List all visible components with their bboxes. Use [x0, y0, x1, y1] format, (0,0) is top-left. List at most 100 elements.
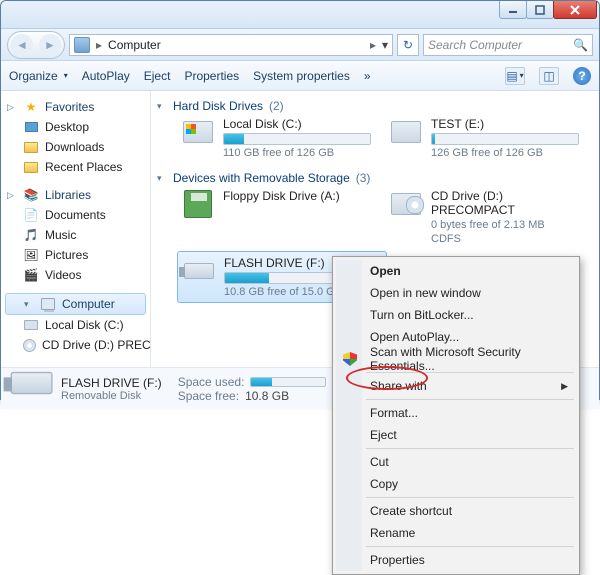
section-count: (3)	[356, 171, 371, 185]
favorites-group[interactable]: ▷★Favorites	[1, 97, 150, 117]
capacity-bar	[250, 377, 326, 387]
menu-create-shortcut[interactable]: Create shortcut	[336, 500, 576, 522]
flash-drive-icon	[184, 263, 214, 279]
menu-bitlocker[interactable]: Turn on BitLocker...	[336, 304, 576, 326]
eject-button[interactable]: Eject	[144, 69, 171, 83]
maximize-button[interactable]	[526, 1, 554, 19]
organize-menu[interactable]: Organize	[9, 69, 68, 83]
context-menu: Open Open in new window Turn on BitLocke…	[332, 256, 580, 575]
drive-sub: 0 bytes free of 2.13 MB	[431, 219, 579, 231]
drive-c[interactable]: Local Disk (C:) 110 GB free of 126 GB	[181, 117, 371, 159]
forward-button[interactable]: ►	[39, 34, 61, 56]
breadcrumb-chevron: ▸	[96, 38, 102, 52]
search-input[interactable]: Search Computer 🔍	[423, 34, 593, 56]
capacity-bar	[431, 133, 579, 145]
sidebar-item-downloads[interactable]: Downloads	[1, 137, 150, 157]
search-icon: 🔍	[573, 38, 588, 52]
view-menu[interactable]: ▤	[505, 67, 525, 85]
collapse-icon: ▾	[157, 101, 167, 112]
cdrom-icon	[391, 193, 421, 215]
menu-format[interactable]: Format...	[336, 402, 576, 424]
section-count: (2)	[269, 99, 284, 113]
menu-share-with[interactable]: Share with▶	[336, 375, 576, 397]
drive-name: CD Drive (D:) PRECOMPACT	[431, 189, 579, 217]
computer-icon	[40, 296, 56, 312]
drive-name: Floppy Disk Drive (A:)	[223, 189, 371, 203]
close-button[interactable]	[553, 1, 597, 19]
drive-name: TEST (E:)	[431, 117, 579, 131]
sidebar-item-cd-drive[interactable]: CD Drive (D:) PRECOMPACT	[1, 335, 150, 355]
details-name: FLASH DRIVE (F:)	[61, 376, 162, 390]
menu-cut[interactable]: Cut	[336, 451, 576, 473]
submenu-arrow-icon: ▶	[561, 381, 568, 392]
flash-drive-icon	[11, 371, 53, 393]
drive-d[interactable]: CD Drive (D:) PRECOMPACT 0 bytes free of…	[389, 189, 579, 245]
sidebar-item-desktop[interactable]: Desktop	[1, 117, 150, 137]
computer-icon	[74, 37, 90, 53]
toolbar: Organize AutoPlay Eject Properties Syste…	[1, 61, 599, 91]
preview-pane-button[interactable]: ◫	[539, 67, 559, 85]
space-used-label: Space used:	[178, 375, 245, 389]
hdd-icon	[183, 121, 213, 143]
sidebar-item-recent[interactable]: Recent Places	[1, 157, 150, 177]
sidebar-item-local-disk[interactable]: Local Disk (C:)	[1, 315, 150, 335]
libraries-group[interactable]: ▷📚Libraries	[1, 185, 150, 205]
drive-e[interactable]: TEST (E:) 126 GB free of 126 GB	[389, 117, 579, 159]
drive-name: Local Disk (C:)	[223, 117, 371, 131]
sidebar-item-pictures[interactable]: 🖼Pictures	[1, 245, 150, 265]
minimize-button[interactable]	[499, 1, 527, 19]
drive-a[interactable]: Floppy Disk Drive (A:)	[181, 189, 371, 245]
help-button[interactable]: ?	[573, 67, 591, 85]
nav-back-forward: ◄ ►	[7, 31, 65, 59]
collapse-icon: ▾	[157, 173, 167, 184]
sidebar-item-label: Local Disk (C:)	[45, 318, 124, 332]
hdd-icon	[391, 121, 421, 143]
favorites-label: Favorites	[45, 100, 94, 114]
libraries-icon: 📚	[23, 187, 39, 203]
sidebar-item-documents[interactable]: 📄Documents	[1, 205, 150, 225]
drive-sub: 126 GB free of 126 GB	[431, 147, 579, 159]
nav-pane: ▷★Favorites Desktop Downloads Recent Pla…	[1, 91, 151, 367]
menu-open-new-window[interactable]: Open in new window	[336, 282, 576, 304]
capacity-bar	[223, 133, 371, 145]
libraries-label: Libraries	[45, 188, 91, 202]
section-title: Devices with Removable Storage	[173, 171, 350, 185]
refresh-button[interactable]: ↻	[397, 34, 419, 56]
drive-sub: 110 GB free of 126 GB	[223, 147, 371, 159]
sidebar-item-videos[interactable]: 🎬Videos	[1, 265, 150, 285]
back-button[interactable]: ◄	[11, 34, 33, 56]
details-type: Removable Disk	[61, 390, 162, 402]
breadcrumb[interactable]: Computer	[108, 38, 364, 52]
space-free-value: 10.8 GB	[245, 389, 289, 403]
sidebar-item-label: Downloads	[45, 140, 104, 154]
sidebar-item-music[interactable]: 🎵Music	[1, 225, 150, 245]
menu-eject[interactable]: Eject	[336, 424, 576, 446]
address-dropdown-icon[interactable]: ▾	[382, 38, 388, 52]
computer-label: Computer	[62, 297, 115, 311]
floppy-icon	[184, 190, 212, 218]
drive-sub: CDFS	[431, 233, 579, 245]
properties-button[interactable]: Properties	[184, 69, 239, 83]
space-free-label: Space free:	[178, 389, 239, 403]
sidebar-item-label: Videos	[45, 268, 81, 282]
section-hdd[interactable]: ▾ Hard Disk Drives (2)	[155, 97, 591, 117]
sidebar-item-label: Desktop	[45, 120, 89, 134]
menu-scan-security[interactable]: Scan with Microsoft Security Essentials.…	[336, 348, 576, 370]
star-icon: ★	[23, 99, 39, 115]
sidebar-item-label: Music	[45, 228, 76, 242]
menu-copy[interactable]: Copy	[336, 473, 576, 495]
toolbar-overflow[interactable]: »	[364, 69, 371, 83]
search-placeholder: Search Computer	[428, 38, 522, 52]
address-bar[interactable]: ▸ Computer ▸ ▾	[69, 34, 393, 56]
menu-rename[interactable]: Rename	[336, 522, 576, 544]
autoplay-button[interactable]: AutoPlay	[82, 69, 130, 83]
system-properties-button[interactable]: System properties	[253, 69, 350, 83]
sidebar-item-label: CD Drive (D:) PRECOMPACT	[42, 338, 150, 352]
menu-properties[interactable]: Properties	[336, 549, 576, 571]
menu-open[interactable]: Open	[336, 260, 576, 282]
breadcrumb-chevron: ▸	[370, 38, 376, 52]
computer-group[interactable]: ▾Computer	[5, 293, 146, 315]
section-title: Hard Disk Drives	[173, 99, 263, 113]
section-removable[interactable]: ▾ Devices with Removable Storage (3)	[155, 169, 591, 189]
sidebar-item-label: Documents	[45, 208, 106, 222]
